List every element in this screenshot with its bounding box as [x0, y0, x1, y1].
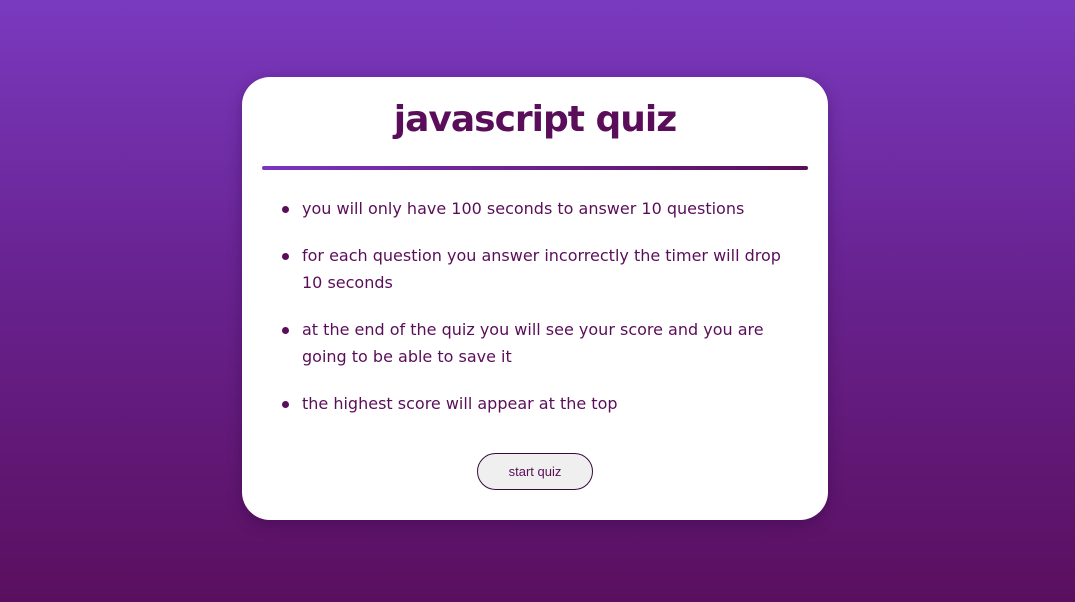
- quiz-card: javascript quiz you will only have 100 s…: [242, 77, 828, 520]
- page-title: javascript quiz: [393, 99, 677, 140]
- title-divider: [262, 166, 808, 170]
- rule-item: at the end of the quiz you will see your…: [282, 316, 798, 370]
- start-quiz-button[interactable]: start quiz: [477, 453, 593, 490]
- rule-item: the highest score will appear at the top: [282, 390, 798, 417]
- rule-item: you will only have 100 seconds to answer…: [282, 195, 798, 222]
- rules-list: you will only have 100 seconds to answer…: [282, 195, 798, 437]
- rule-item: for each question you answer incorrectly…: [282, 242, 798, 296]
